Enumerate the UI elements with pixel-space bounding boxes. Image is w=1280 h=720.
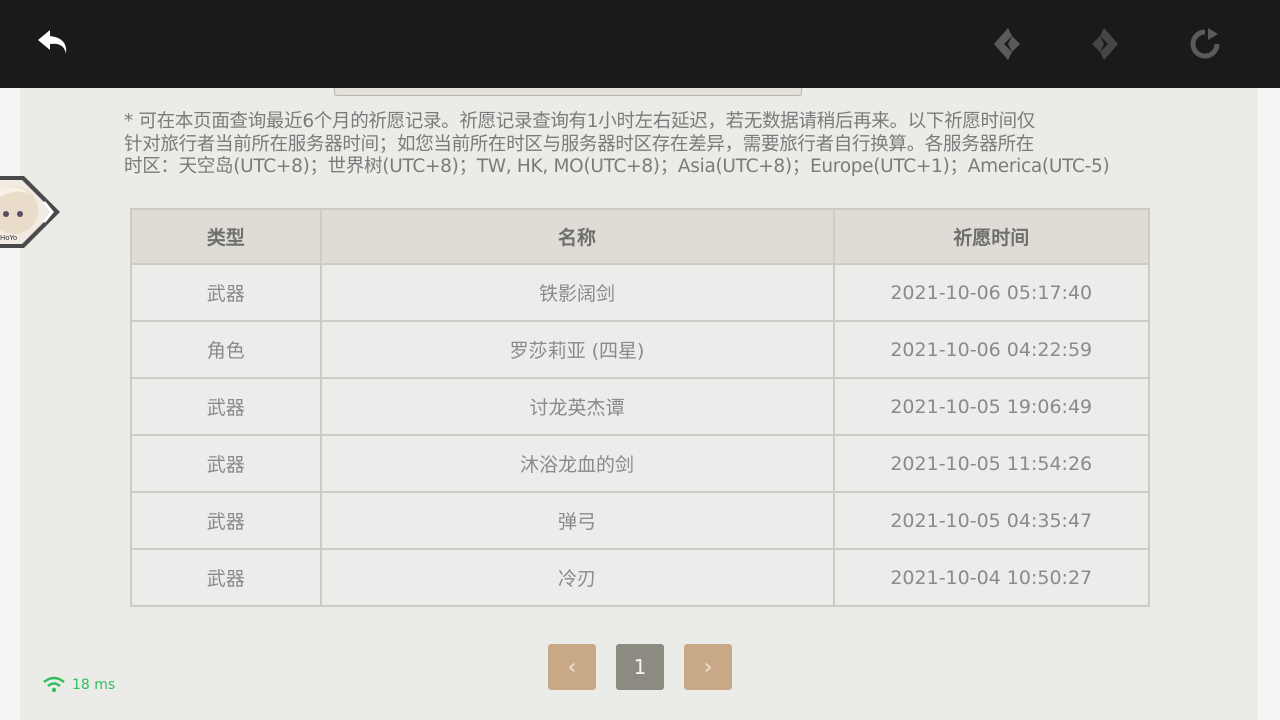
cell-time: 2021-10-06 04:22:59 bbox=[832, 320, 1150, 379]
header-type: 类型 bbox=[130, 208, 322, 265]
cell-time: 2021-10-05 19:06:49 bbox=[832, 377, 1150, 436]
nav-forward-icon[interactable] bbox=[1088, 26, 1122, 62]
next-page-button[interactable]: › bbox=[684, 644, 732, 690]
latency-text: 18 ms bbox=[72, 677, 116, 693]
top-toolbar bbox=[0, 0, 1280, 88]
table-row: 武器 弹弓 2021-10-05 04:35:47 bbox=[130, 491, 1150, 550]
cell-time: 2021-10-04 10:50:27 bbox=[832, 548, 1150, 607]
cell-type: 武器 bbox=[130, 434, 322, 493]
cell-name: 沐浴龙血的剑 bbox=[319, 434, 835, 493]
cell-name: 讨龙英杰谭 bbox=[319, 377, 835, 436]
prev-page-button[interactable]: ‹ bbox=[548, 644, 596, 690]
table-header-row: 类型 名称 祈愿时间 bbox=[130, 208, 1150, 265]
avatar-label: iHoYo bbox=[0, 234, 18, 242]
table-row: 武器 铁影阔剑 2021-10-06 05:17:40 bbox=[130, 263, 1150, 322]
cell-time: 2021-10-05 04:35:47 bbox=[832, 491, 1150, 550]
table-row: 武器 冷刃 2021-10-04 10:50:27 bbox=[130, 548, 1150, 607]
cell-type: 武器 bbox=[130, 491, 322, 550]
cell-type: 角色 bbox=[130, 320, 322, 379]
notice-text: * 可在本页面查询最近6个月的祈愿记录。祈愿记录查询有1小时左右延迟，若无数据请… bbox=[124, 111, 1110, 177]
current-page-button[interactable]: 1 bbox=[616, 644, 664, 690]
cell-type: 武器 bbox=[130, 263, 322, 322]
table-row: 角色 罗莎莉亚 (四星) 2021-10-06 04:22:59 bbox=[130, 320, 1150, 379]
cell-time: 2021-10-05 11:54:26 bbox=[832, 434, 1150, 493]
cell-time: 2021-10-06 05:17:40 bbox=[832, 263, 1150, 322]
header-time: 祈愿时间 bbox=[832, 208, 1150, 265]
nav-back-icon[interactable] bbox=[990, 26, 1024, 62]
table-row: 武器 沐浴龙血的剑 2021-10-05 11:54:26 bbox=[130, 434, 1150, 493]
cell-name: 铁影阔剑 bbox=[319, 263, 835, 322]
cell-name: 弹弓 bbox=[319, 491, 835, 550]
cell-name: 罗莎莉亚 (四星) bbox=[319, 320, 835, 379]
header-name: 名称 bbox=[319, 208, 835, 265]
cell-name: 冷刃 bbox=[319, 548, 835, 607]
table-row: 武器 讨龙英杰谭 2021-10-05 19:06:49 bbox=[130, 377, 1150, 436]
wish-type-select[interactable] bbox=[334, 88, 802, 96]
wifi-icon bbox=[43, 676, 65, 693]
cell-type: 武器 bbox=[130, 377, 322, 436]
floating-assistant-avatar[interactable]: iHoYo bbox=[0, 172, 62, 252]
back-icon[interactable] bbox=[34, 24, 78, 64]
reload-icon[interactable] bbox=[1188, 26, 1222, 62]
wish-record-table: 类型 名称 祈愿时间 武器 铁影阔剑 2021-10-06 05:17:40 角… bbox=[130, 208, 1150, 607]
network-latency: 18 ms bbox=[42, 676, 115, 694]
cell-type: 武器 bbox=[130, 548, 322, 607]
